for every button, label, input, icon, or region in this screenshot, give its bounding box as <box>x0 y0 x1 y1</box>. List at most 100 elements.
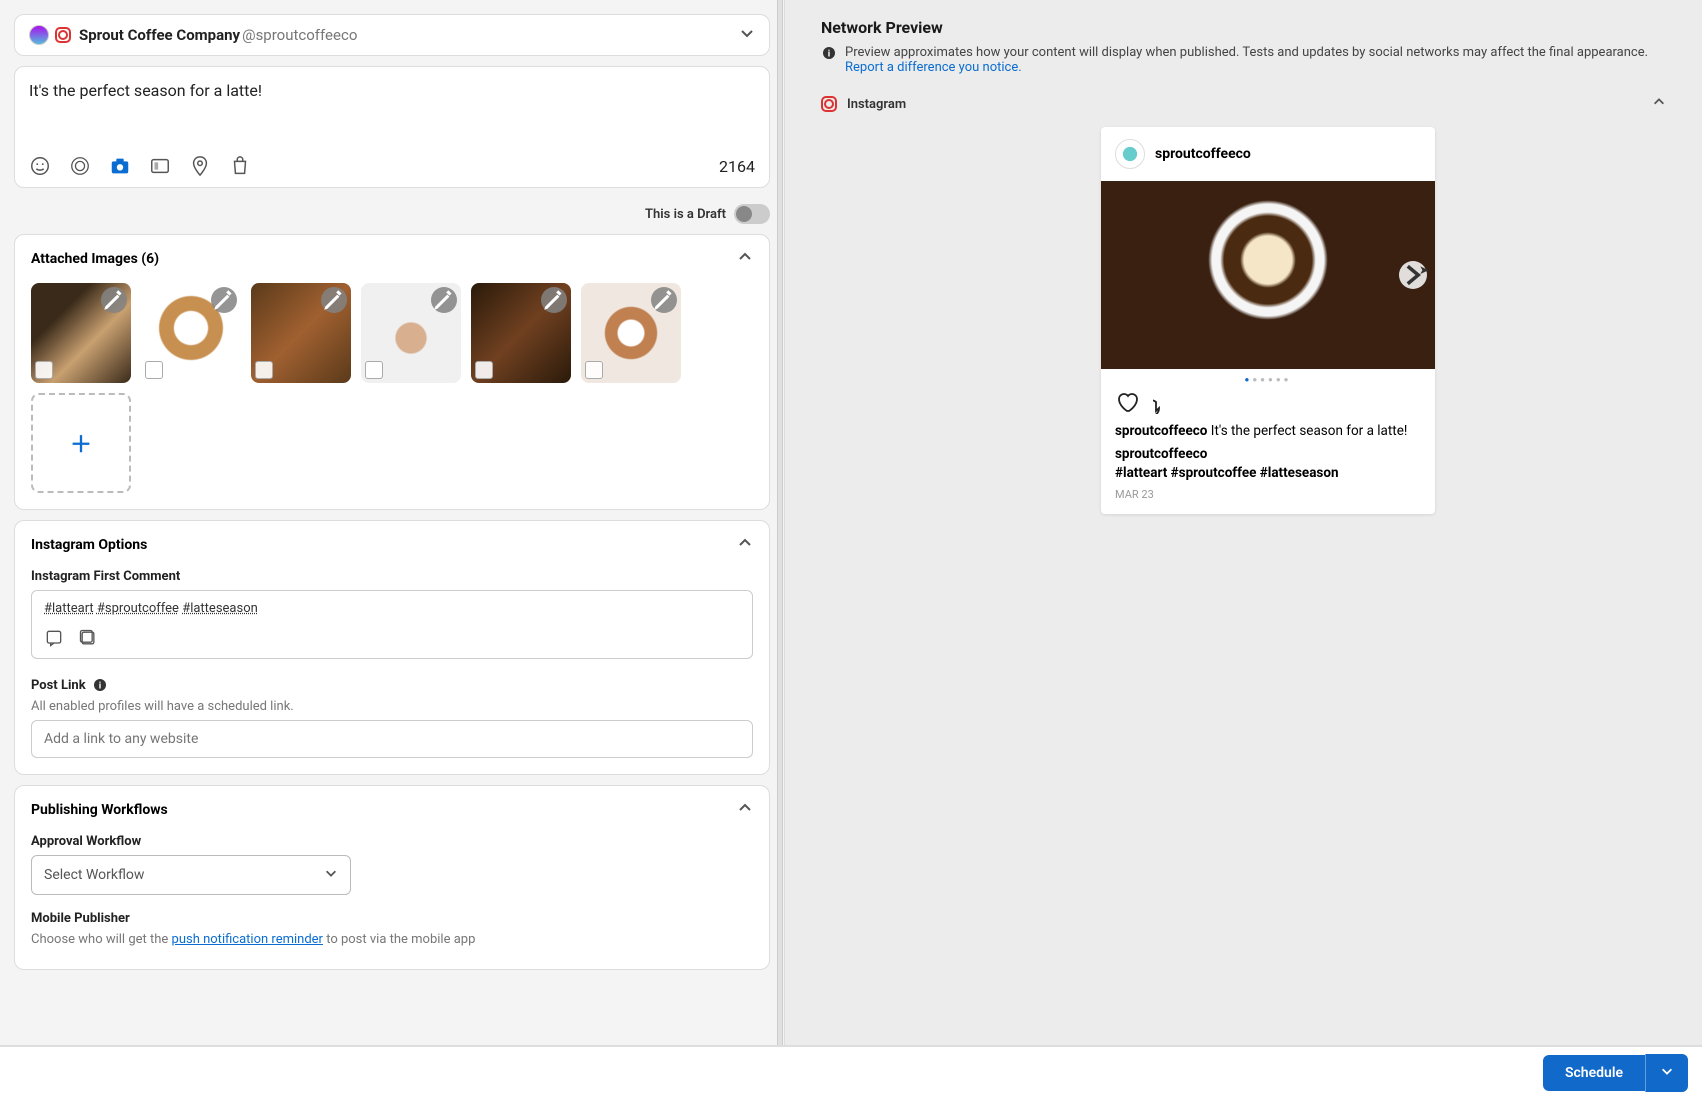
hashtag: #latteart <box>44 601 94 616</box>
compose-area[interactable]: It's the perfect season for a latte! 216… <box>14 66 770 188</box>
image-thumbnail[interactable] <box>471 283 571 383</box>
instagram-options-section: Instagram Options Instagram First Commen… <box>14 520 770 775</box>
preview-network-header[interactable]: Instagram <box>821 95 1666 113</box>
multi-image-icon <box>35 361 53 379</box>
panel-divider[interactable] <box>777 0 783 1045</box>
image-thumbnail[interactable] <box>361 283 461 383</box>
heart-icon[interactable] <box>1115 390 1139 414</box>
edit-icon[interactable] <box>541 287 567 313</box>
workflow-selector-placeholder: Select Workflow <box>44 867 144 883</box>
image-thumbnail[interactable] <box>251 283 351 383</box>
first-comment-label: Instagram First Comment <box>31 569 753 584</box>
ig-comment-text: #latteart #sproutcoffee #latteseason <box>1115 465 1339 481</box>
bottom-action-bar: Schedule <box>0 1045 1702 1099</box>
ig-preview-image: ➤ <box>1101 181 1435 369</box>
edit-icon[interactable] <box>321 287 347 313</box>
mention-icon[interactable] <box>69 155 91 177</box>
info-icon: i <box>821 45 837 61</box>
ig-caption-area: sproutcoffeeco It's the perfect season f… <box>1101 422 1435 514</box>
cursor-icon: ➤ <box>1419 263 1429 277</box>
chevron-up-icon <box>1652 95 1666 113</box>
edit-icon[interactable] <box>211 287 237 313</box>
schedule-dropdown-button[interactable] <box>1645 1054 1688 1092</box>
ig-caption-text: It's the perfect season for a latte! <box>1211 423 1408 439</box>
network-preview-title: Network Preview <box>821 18 1666 37</box>
mobile-publisher-label: Mobile Publisher <box>31 911 753 926</box>
edit-icon[interactable] <box>651 287 677 313</box>
push-notification-link[interactable]: push notification reminder <box>172 932 323 947</box>
instagram-options-header[interactable]: Instagram Options <box>15 521 769 569</box>
ig-avatar-icon <box>1115 139 1145 169</box>
instagram-icon <box>821 96 837 112</box>
multi-image-icon <box>585 361 603 379</box>
workflows-title: Publishing Workflows <box>31 802 168 818</box>
edit-icon[interactable] <box>101 287 127 313</box>
ig-actions <box>1101 390 1435 422</box>
carousel-dots: ●●●●●● <box>1101 369 1435 390</box>
profile-handle: @sproutcoffeeco <box>242 26 357 44</box>
image-thumbnail[interactable] <box>141 283 241 383</box>
info-icon[interactable]: i <box>92 677 108 693</box>
chevron-down-icon <box>324 866 338 884</box>
workflows-header[interactable]: Publishing Workflows <box>15 786 769 834</box>
draft-toggle[interactable] <box>734 204 770 224</box>
chevron-up-icon <box>737 535 753 555</box>
multi-image-icon <box>145 361 163 379</box>
network-preview-note: i Preview approximates how your content … <box>821 45 1666 75</box>
compose-text[interactable]: It's the perfect season for a latte! <box>29 81 755 100</box>
svg-text:i: i <box>828 48 830 59</box>
hashtag: #latteseason <box>182 601 258 616</box>
draft-label: This is a Draft <box>645 207 726 222</box>
saved-replies-icon[interactable] <box>44 628 64 648</box>
first-comment-input[interactable]: #latteart #sproutcoffee #latteseason <box>31 590 753 659</box>
approval-workflow-label: Approval Workflow <box>31 834 753 849</box>
post-link-help: All enabled profiles will have a schedul… <box>31 699 753 714</box>
camera-icon[interactable] <box>109 155 131 177</box>
ig-comment-user: sproutcoffeeco <box>1115 446 1207 462</box>
chevron-down-icon[interactable] <box>739 25 755 45</box>
shop-icon[interactable] <box>229 155 251 177</box>
image-thumbnail[interactable] <box>31 283 131 383</box>
attached-images-header[interactable]: Attached Images (6) <box>15 235 769 283</box>
instagram-preview-card: sproutcoffeeco ➤ ●●●●●● sproutcoffeeco I… <box>1101 127 1435 514</box>
multi-image-icon <box>365 361 383 379</box>
char-count: 2164 <box>719 157 755 176</box>
multi-image-icon <box>475 361 493 379</box>
report-difference-link[interactable]: Report a difference you notice. <box>845 60 1022 75</box>
ig-caption-user: sproutcoffeeco <box>1115 423 1207 439</box>
instagram-icon <box>55 27 71 43</box>
chevron-up-icon <box>737 800 753 820</box>
ig-post-date: MAR 23 <box>1115 487 1421 502</box>
edit-icon[interactable] <box>431 287 457 313</box>
add-image-button[interactable]: ＋ <box>31 393 131 493</box>
draft-row: This is a Draft <box>14 198 770 234</box>
instagram-options-title: Instagram Options <box>31 537 147 553</box>
workflow-selector[interactable]: Select Workflow <box>31 855 351 895</box>
gif-icon[interactable] <box>149 155 171 177</box>
chevron-up-icon <box>737 249 753 269</box>
image-thumbnail[interactable] <box>581 283 681 383</box>
profile-name: Sprout Coffee Company <box>79 26 240 44</box>
compose-panel: Sprout Coffee Company @sproutcoffeeco It… <box>0 0 784 1045</box>
thumbnail-grid: ＋ <box>31 283 753 493</box>
next-image-button[interactable]: ➤ <box>1399 261 1427 289</box>
post-link-input[interactable] <box>31 720 753 758</box>
compose-toolbar: 2164 <box>29 155 755 177</box>
profile-avatar-icon <box>29 25 49 45</box>
multi-image-icon <box>255 361 273 379</box>
post-link-label: Post Link i <box>31 677 753 693</box>
asset-library-icon[interactable] <box>78 628 98 648</box>
plus-icon: ＋ <box>70 427 92 459</box>
comment-icon[interactable] <box>1153 390 1177 414</box>
attached-images-title: Attached Images (6) <box>31 251 159 267</box>
profile-selector[interactable]: Sprout Coffee Company @sproutcoffeeco <box>14 14 770 56</box>
svg-text:i: i <box>98 680 100 691</box>
publishing-workflows-section: Publishing Workflows Approval Workflow S… <box>14 785 770 970</box>
hashtag: #sproutcoffee <box>97 601 179 616</box>
emoji-icon[interactable] <box>29 155 51 177</box>
location-icon[interactable] <box>189 155 211 177</box>
ig-username: sproutcoffeeco <box>1155 146 1251 162</box>
attached-images-section: Attached Images (6) ＋ <box>14 234 770 510</box>
schedule-button[interactable]: Schedule <box>1543 1055 1645 1091</box>
preview-panel: Network Preview i Preview approximates h… <box>784 0 1702 1045</box>
